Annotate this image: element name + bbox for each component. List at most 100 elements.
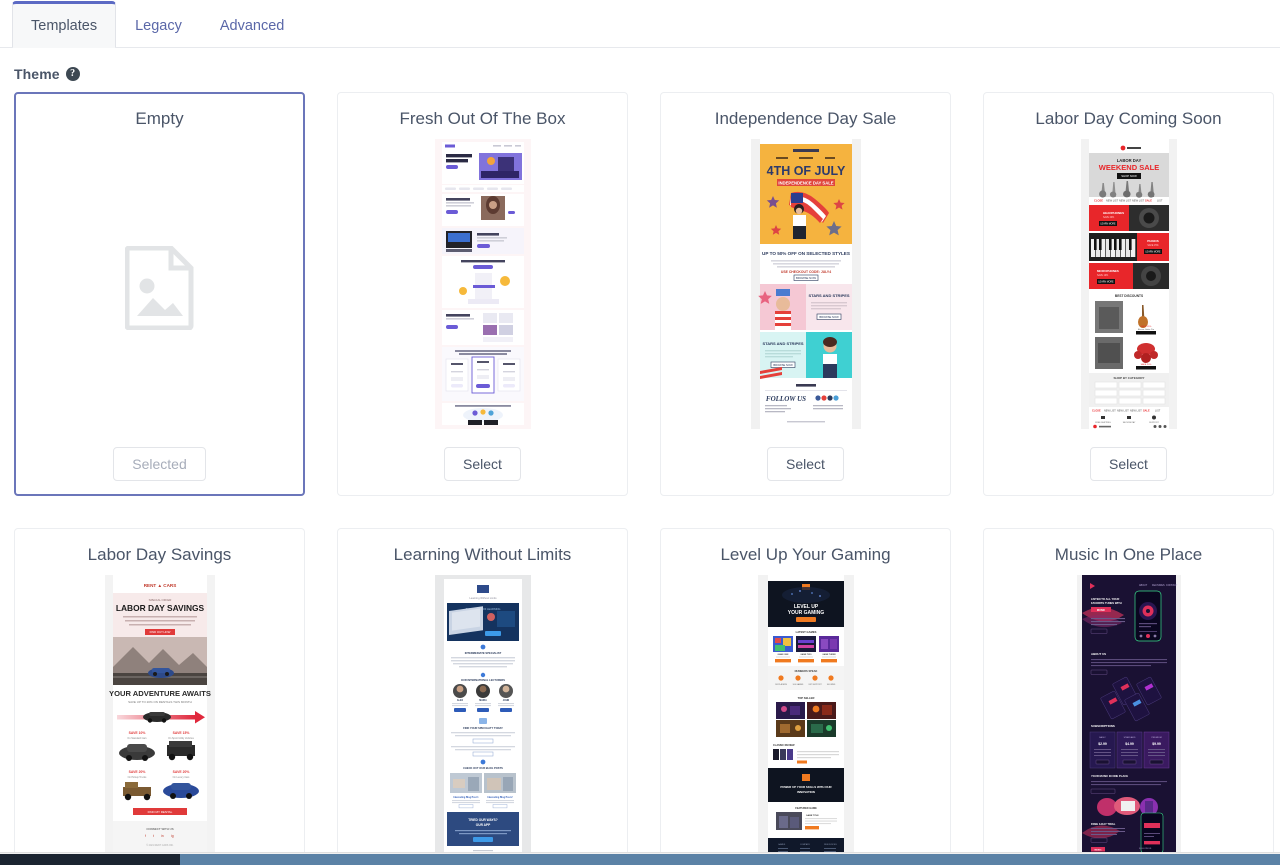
svg-text:FREE SHIPPING: FREE SHIPPING — [1095, 422, 1111, 424]
template-thumbnail-wrap: RENT ▲ CARS SPECIAL OFFER LABOR DAY SAVI… — [25, 575, 294, 865]
svg-text:LISTEN TO ALL YOUR: LISTEN TO ALL YOUR — [1091, 597, 1119, 601]
horizontal-scrollbar[interactable] — [0, 852, 1280, 864]
svg-text:OUR INTERNATIONAL LECTURERS: OUR INTERNATIONAL LECTURERS — [461, 678, 505, 682]
svg-text:LATEST GAMES: LATEST GAMES — [795, 630, 816, 634]
template-card-independence-day-sale[interactable]: Independence Day Sale 4TH OF JULY INDEPE… — [660, 92, 951, 496]
select-button[interactable]: Select — [444, 447, 521, 481]
template-card-title: Labor Day Coming Soon — [1035, 109, 1221, 129]
template-card-title: Learning Without Limits — [394, 545, 572, 565]
svg-text:SUBSCRIPTIONS: SUBSCRIPTIONS — [1091, 724, 1115, 728]
scrollbar-track-filled[interactable] — [180, 854, 1280, 865]
svg-text:NEW LIST: NEW LIST — [1132, 199, 1145, 203]
email-preview-music-in-one-place: ABOUT FEATURES CONTACT LISTEN TO ALL YOU… — [1077, 575, 1181, 865]
svg-text:WEEKEND SALE: WEEKEND SALE — [1098, 163, 1158, 172]
svg-text:GAME TITLE: GAME TITLE — [806, 814, 819, 817]
svg-text:SAVE 15%: SAVE 15% — [1147, 244, 1158, 247]
template-tabs: Templates Legacy Advanced — [0, 0, 1280, 48]
template-card-learning-without-limits[interactable]: Learning Without Limits Learning Without… — [337, 528, 628, 865]
svg-text:NEW LIST: NEW LIST — [1106, 199, 1119, 203]
svg-text:FIND YOUR SPECIALITY TODAY: FIND YOUR SPECIALITY TODAY — [463, 726, 503, 730]
template-card-labor-day-savings[interactable]: Labor Day Savings RENT ▲ CARS SPECIAL OF… — [14, 528, 305, 865]
svg-text:CONNECT WITH US: CONNECT WITH US — [146, 827, 173, 831]
template-card-level-up-your-gaming[interactable]: Level Up Your Gaming LEVEL UP YOUR GAMIN… — [660, 528, 951, 865]
svg-text:UP TO 50% OFF ON SELECTED STYL: UP TO 50% OFF ON SELECTED STYLES — [762, 251, 850, 256]
tab-legacy[interactable]: Legacy — [116, 3, 201, 47]
svg-text:CLOSE: CLOSE — [1094, 199, 1103, 203]
scrollbar-thumb[interactable] — [0, 854, 180, 865]
svg-text:$9.99: $9.99 — [1152, 742, 1161, 746]
svg-text:Learning Without Limits: Learning Without Limits — [469, 596, 497, 600]
svg-text:SHOP NOW: SHOP NOW — [1121, 175, 1137, 179]
svg-text:SALE: SALE — [1145, 199, 1152, 203]
svg-text:TRIED OUR WAYS?: TRIED OUR WAYS? — [468, 818, 498, 822]
svg-text:On Standard Cars: On Standard Cars — [127, 737, 147, 740]
svg-text:Electric Guitar Pro: Electric Guitar Pro — [1137, 328, 1154, 331]
template-card-title: Labor Day Savings — [88, 545, 232, 565]
select-button[interactable]: Select — [1090, 447, 1167, 481]
svg-text:SAVE 20%: SAVE 20% — [172, 770, 189, 774]
question-mark-circle-icon[interactable]: ? — [66, 67, 80, 81]
email-preview-level-up-gaming: LEVEL UP YOUR GAMING LATEST GAMES — [758, 575, 854, 865]
theme-section-header: Theme ? — [0, 48, 1280, 92]
svg-text:GAMES: GAMES — [778, 843, 786, 846]
template-thumbnail-wrap: LEVEL UP YOUR GAMING LATEST GAMES — [671, 575, 940, 865]
svg-text:MARIA: MARIA — [479, 699, 487, 702]
template-card-empty[interactable]: Empty Selected — [14, 92, 305, 496]
svg-text:INNOVATION: INNOVATION — [797, 790, 815, 794]
svg-text:GAME ONE: GAME ONE — [777, 653, 789, 656]
select-button[interactable]: Select — [767, 447, 844, 481]
svg-text:SAVE 20%: SAVE 20% — [1103, 216, 1114, 219]
svg-text:CONTACT: CONTACT — [1166, 584, 1178, 587]
template-card-title: Independence Day Sale — [715, 109, 896, 129]
template-thumbnail-wrap: 4TH OF JULY INDEPENDENCE DAY SALE — [671, 139, 940, 436]
svg-text:NEW LIST: NEW LIST — [1130, 410, 1142, 413]
svg-text:FIND MY RENTAL: FIND MY RENTAL — [147, 810, 172, 814]
email-preview-labor-day-savings: RENT ▲ CARS SPECIAL OFFER LABOR DAY SAVI… — [105, 575, 215, 865]
template-card-footer: Selected — [25, 437, 294, 481]
svg-text:On Sport Utility Vehicles: On Sport Utility Vehicles — [168, 737, 194, 740]
svg-text:PREMIUM: PREMIUM — [1151, 737, 1162, 739]
svg-text:USE CHECKOUT CODE: JULY4: USE CHECKOUT CODE: JULY4 — [780, 270, 830, 274]
svg-text:100 WINS: 100 WINS — [826, 684, 835, 686]
svg-text:Interesting Blog Post 1: Interesting Blog Post 1 — [453, 796, 479, 799]
svg-text:LEARN MORE: LEARN MORE — [1098, 281, 1114, 284]
svg-text:GAME TWO: GAME TWO — [800, 653, 812, 656]
tab-advanced[interactable]: Advanced — [201, 3, 304, 47]
template-card-labor-day-coming-soon[interactable]: Labor Day Coming Soon LABOR DAY WEEKEND … — [983, 92, 1274, 496]
svg-text:PIANOS: PIANOS — [1147, 239, 1159, 243]
svg-text:LIST: LIST — [1155, 410, 1161, 413]
svg-text:in: in — [161, 834, 164, 838]
svg-text:ALEX: ALEX — [456, 699, 463, 702]
svg-text:$2.99: $2.99 — [1098, 742, 1107, 746]
tab-templates-label: Templates — [31, 18, 97, 34]
svg-text:SUPPORT: SUPPORT — [1149, 422, 1159, 424]
svg-text:FAVORITE TUNES WITH: FAVORITE TUNES WITH — [1091, 601, 1122, 605]
svg-text:BROWSE NOW: BROWSE NOW — [795, 276, 815, 280]
svg-text:FOLLOW US: FOLLOW US — [1139, 848, 1152, 850]
svg-text:NEW LIST: NEW LIST — [1104, 410, 1116, 413]
email-preview-labor-day-coming-soon: LABOR DAY WEEKEND SALE SHOP NOW — [1081, 139, 1177, 429]
page-title: Theme — [14, 66, 60, 82]
tab-advanced-label: Advanced — [220, 18, 285, 34]
svg-text:MICROPHONES: MICROPHONES — [1097, 269, 1119, 273]
svg-text:SECURE PAY: SECURE PAY — [1122, 421, 1135, 424]
svg-text:SAVE 20%: SAVE 20% — [128, 770, 145, 774]
template-card-fresh-out-of-the-box[interactable]: Fresh Out Of The Box — [337, 92, 628, 496]
tab-templates[interactable]: Templates — [12, 1, 116, 47]
template-card-music-in-one-place[interactable]: Music In One Place ABOUT FEATURES CONTAC… — [983, 528, 1274, 865]
svg-text:RESOURCES: RESOURCES — [824, 844, 837, 846]
svg-text:t: t — [153, 834, 154, 838]
template-thumbnail-wrap: Learning Without Limits THE FUTURE OF LE… — [348, 575, 617, 865]
svg-text:MUSIC: MUSIC — [1096, 608, 1104, 612]
template-grid: Empty Selected Fresh Out Of The Box — [0, 92, 1280, 865]
template-card-title: Fresh Out Of The Box — [400, 109, 566, 129]
svg-text:FOLLOW US: FOLLOW US — [765, 395, 805, 403]
svg-text:STANDARD: STANDARD — [1123, 736, 1135, 739]
svg-text:TOP SELLER: TOP SELLER — [797, 696, 814, 700]
svg-text:CHECK OUT OUR BLOG POSTS: CHECK OUT OUR BLOG POSTS — [463, 766, 503, 770]
svg-text:LIST: LIST — [1157, 199, 1163, 203]
selected-button[interactable]: Selected — [113, 447, 205, 481]
svg-text:ABOUT: ABOUT — [1139, 584, 1148, 587]
tab-legacy-label: Legacy — [135, 18, 182, 34]
svg-text:BROWSE NOW: BROWSE NOW — [773, 363, 793, 367]
